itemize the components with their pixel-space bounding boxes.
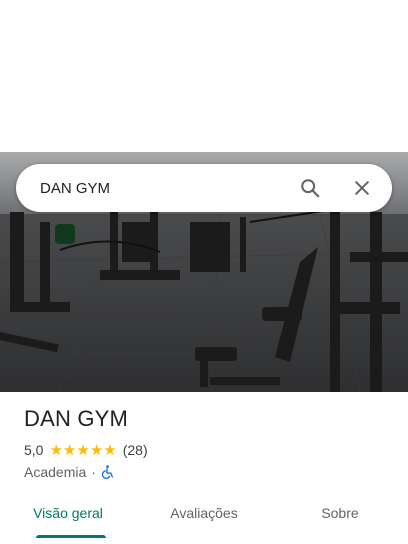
close-icon [355, 181, 369, 195]
tab-label: Sobre [321, 505, 359, 521]
place-category: Academia [24, 464, 87, 480]
tab-reviews[interactable]: Avaliações [136, 494, 272, 538]
star-icon: ★ [76, 441, 90, 459]
rating-value: 5,0 [24, 442, 44, 458]
wheelchair-icon [101, 465, 113, 479]
active-tab-indicator [36, 535, 106, 538]
search-input[interactable] [40, 179, 290, 197]
place-tabs: Visão geral Avaliações Sobre [0, 494, 408, 538]
tab-label: Visão geral [33, 505, 103, 521]
star-icon: ★ [49, 441, 63, 459]
star-icon: ★ [89, 441, 104, 459]
clear-search-button[interactable] [342, 168, 382, 208]
star-icon: ★ [62, 441, 77, 459]
map-area [0, 0, 408, 152]
tab-label: Avaliações [170, 505, 238, 521]
place-info: DAN GYM 5,0 ★ ★ ★ ★ ★ (28) Academia · [24, 406, 384, 480]
category-row: Academia · [24, 464, 384, 480]
tab-overview[interactable]: Visão geral [0, 494, 136, 538]
search-icon [301, 179, 320, 198]
review-count[interactable]: (28) [123, 442, 148, 458]
tab-about[interactable]: Sobre [272, 494, 408, 538]
rating-stars: ★ ★ ★ ★ ★ [49, 443, 116, 458]
search-bar [16, 164, 392, 212]
star-icon: ★ [103, 441, 117, 459]
separator: · [91, 464, 96, 480]
rating-row[interactable]: 5,0 ★ ★ ★ ★ ★ (28) [24, 442, 384, 458]
place-title: DAN GYM [24, 406, 129, 431]
search-button[interactable] [290, 168, 330, 208]
